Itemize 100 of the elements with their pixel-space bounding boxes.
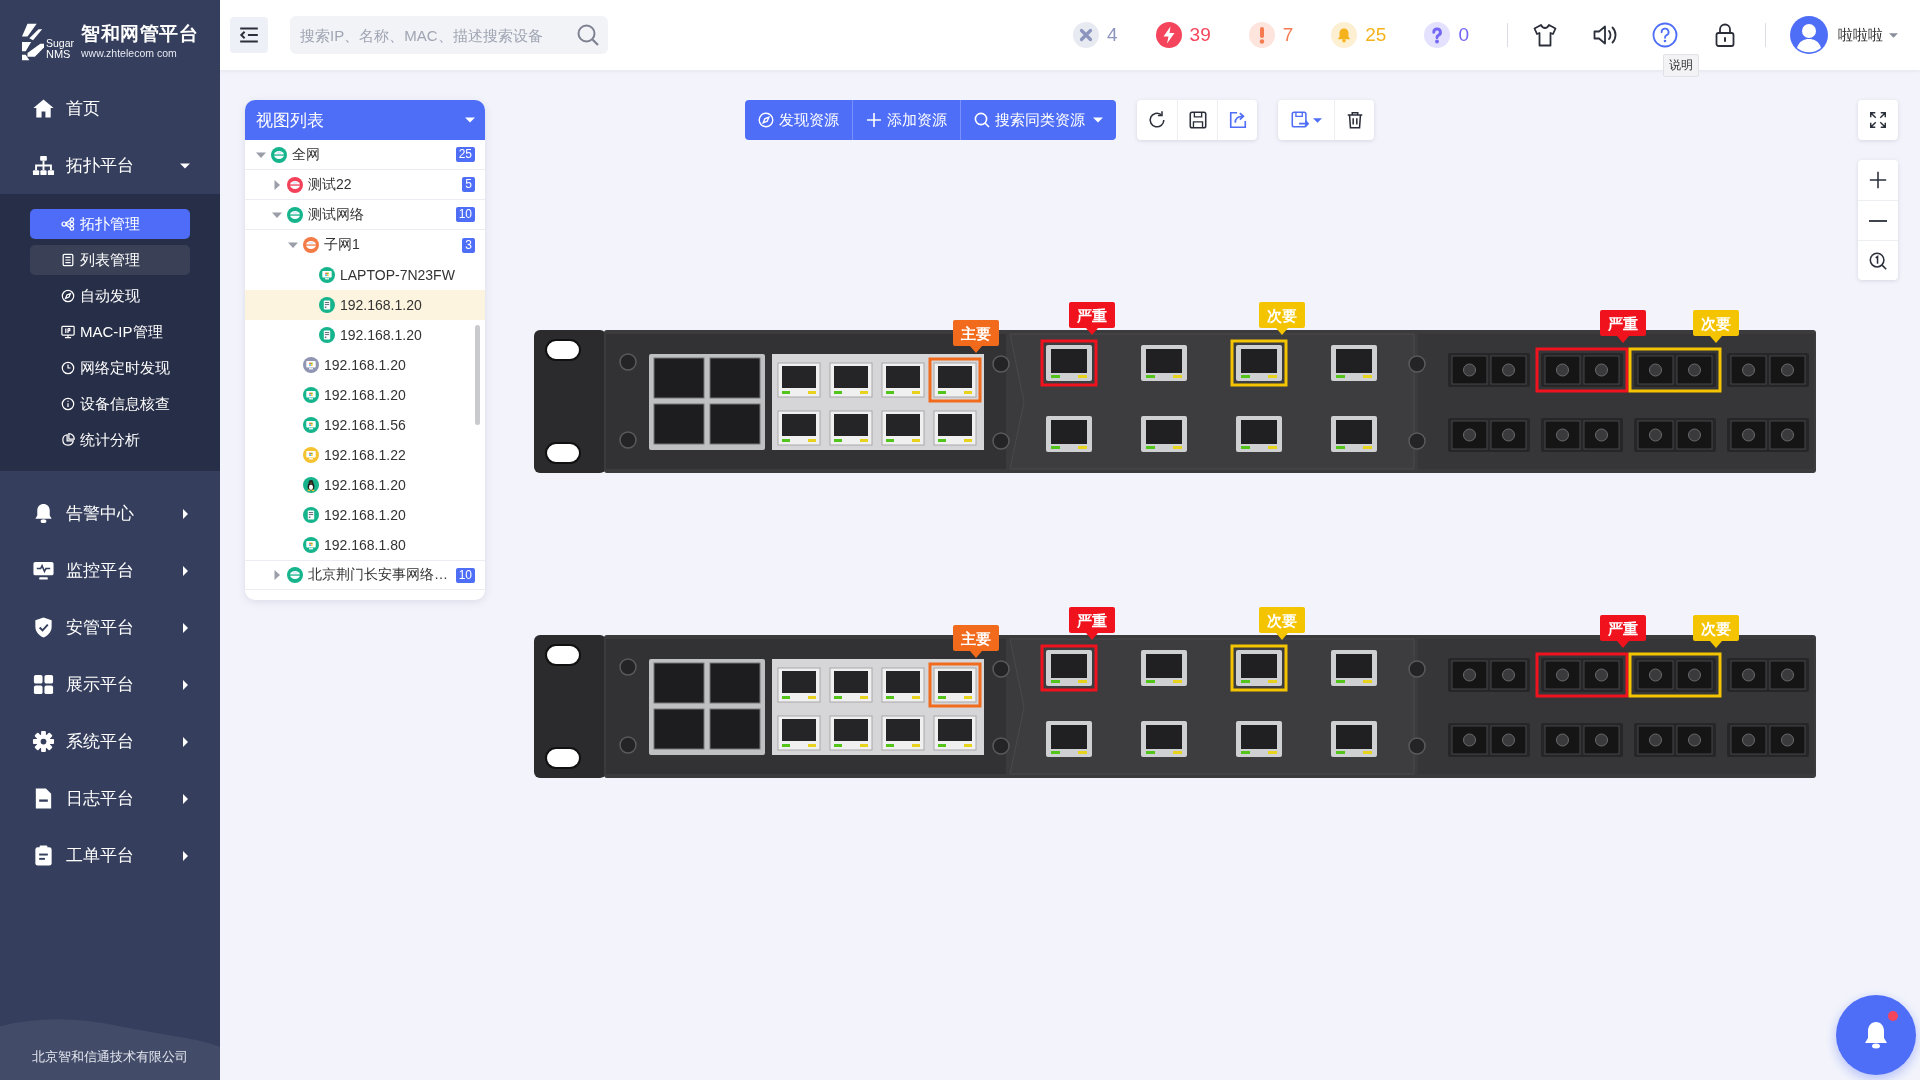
tree-node[interactable]: 192.168.1.20 xyxy=(245,350,485,380)
tree-node[interactable]: 192.168.1.80 xyxy=(245,530,485,560)
menu-item[interactable]: 监控平台 xyxy=(0,542,220,599)
add-resource-button[interactable]: 添加资源 xyxy=(852,100,960,140)
sfp-port xyxy=(709,708,761,750)
sitemap-icon xyxy=(32,154,55,177)
tree-node[interactable]: 北京荆门长安事网络… 10 xyxy=(245,560,485,590)
logo-mark-text: NMS xyxy=(46,49,71,61)
ethernet-port[interactable] xyxy=(1331,721,1377,757)
submenu-item[interactable]: 自动发现 xyxy=(30,281,190,311)
discover-resources-button[interactable]: 发现资源 xyxy=(745,100,852,140)
settings-icon xyxy=(32,730,55,753)
ethernet-port[interactable] xyxy=(933,715,977,751)
ethernet-port[interactable] xyxy=(881,410,925,446)
ethernet-port[interactable] xyxy=(777,362,821,398)
monitor-icon xyxy=(32,559,55,582)
ethernet-port[interactable] xyxy=(777,667,821,703)
notification-button[interactable] xyxy=(1836,995,1916,1075)
fiber-port[interactable] xyxy=(1628,652,1722,698)
submenu-item[interactable]: 统计分析 xyxy=(30,425,190,455)
ethernet-port[interactable] xyxy=(1141,416,1187,452)
ethernet-port[interactable] xyxy=(829,362,873,398)
pie-chart-icon xyxy=(61,433,75,447)
menu-item[interactable]: 展示平台 xyxy=(0,656,220,713)
fiber-port[interactable] xyxy=(1628,347,1722,393)
ethernet-port[interactable] xyxy=(1230,339,1288,387)
ip-monitor-icon xyxy=(61,325,75,339)
magnifier-icon xyxy=(1868,250,1888,271)
tree-node[interactable]: 192.168.1.20 xyxy=(245,320,485,350)
ethernet-port[interactable] xyxy=(1046,416,1092,452)
ethernet-port[interactable] xyxy=(1331,650,1377,686)
submenu-item[interactable]: 设备信息核查 xyxy=(30,389,190,419)
ethernet-port[interactable] xyxy=(1236,416,1282,452)
ethernet-port[interactable] xyxy=(829,410,873,446)
search-similar-button[interactable]: 搜索同类资源 xyxy=(960,100,1116,140)
caret-icon xyxy=(465,115,475,125)
lightning-icon xyxy=(1155,22,1182,48)
search-field[interactable]: 搜索IP、名称、MAC、描述搜索设备 xyxy=(290,16,608,54)
ethernet-port[interactable] xyxy=(881,667,925,703)
menu-toggle-button[interactable] xyxy=(230,17,268,53)
tree-node[interactable]: 测试网络 10 xyxy=(245,200,485,230)
user-menu[interactable]: 啦啦啦 xyxy=(1790,16,1898,54)
scrollbar[interactable] xyxy=(475,325,480,425)
logo-icon xyxy=(22,23,44,61)
tree-node[interactable]: 192.168.1.20 xyxy=(245,380,485,410)
ethernet-port[interactable] xyxy=(881,715,925,751)
node-count-badge: 10 xyxy=(455,207,475,222)
ethernet-port[interactable] xyxy=(777,715,821,751)
ethernet-port[interactable] xyxy=(829,715,873,751)
company-name: 北京智和信通技术有限公司 xyxy=(32,1048,188,1066)
submenu-item[interactable]: 列表管理 xyxy=(30,245,190,275)
share-icon xyxy=(1227,110,1248,130)
ethernet-port[interactable] xyxy=(1141,345,1187,381)
tree-node[interactable]: 测试22 5 xyxy=(245,170,485,200)
ethernet-port[interactable] xyxy=(829,667,873,703)
alarm-counter[interactable]: 39 xyxy=(1155,22,1211,48)
tree-node[interactable]: 全网 25 xyxy=(245,140,485,170)
ethernet-port[interactable] xyxy=(1040,644,1098,692)
tree-node[interactable]: 192.168.1.22 xyxy=(245,440,485,470)
menu-item[interactable]: 工单平台 xyxy=(0,827,220,884)
ethernet-port[interactable] xyxy=(928,662,982,708)
alarm-counter[interactable]: 0 xyxy=(1424,22,1469,48)
panel-header[interactable]: 视图列表 xyxy=(245,100,485,140)
shirt-icon[interactable] xyxy=(1531,21,1559,49)
save-as-icon xyxy=(1290,110,1310,130)
menu-item[interactable]: 日志平台 xyxy=(0,770,220,827)
search-icon xyxy=(974,112,990,128)
ethernet-port[interactable] xyxy=(1230,644,1288,692)
fullscreen-button[interactable] xyxy=(1858,100,1898,140)
menu-item[interactable]: 拓扑平台 xyxy=(0,137,220,194)
menu-item[interactable]: 首页 xyxy=(0,80,220,137)
tree-node[interactable]: 192.168.1.20 xyxy=(245,500,485,530)
ethernet-port[interactable] xyxy=(1040,339,1098,387)
tree-node[interactable]: LAPTOP-7N23FW xyxy=(245,260,485,290)
ethernet-port[interactable] xyxy=(928,357,982,403)
ethernet-port[interactable] xyxy=(1331,416,1377,452)
sfp-port xyxy=(653,357,705,399)
submenu-item[interactable]: 网络定时发现 xyxy=(30,353,190,383)
tree-node[interactable]: 子网1 3 xyxy=(245,230,485,260)
tree-node[interactable]: 192.168.1.56 xyxy=(245,410,485,440)
tree-node[interactable]: 192.168.1.20 xyxy=(245,290,485,320)
ethernet-port[interactable] xyxy=(933,410,977,446)
compass-icon xyxy=(61,289,75,303)
shield-check-icon xyxy=(32,616,55,639)
submenu-item[interactable]: 拓扑管理 xyxy=(30,209,190,239)
ethernet-port[interactable] xyxy=(1046,721,1092,757)
tree-node[interactable]: 192.168.1.20 xyxy=(245,470,485,500)
ethernet-port[interactable] xyxy=(1141,721,1187,757)
submenu-item[interactable]: MAC-IP管理 xyxy=(30,317,190,347)
menu-item[interactable]: 系统平台 xyxy=(0,713,220,770)
search-icon[interactable] xyxy=(576,23,600,47)
ethernet-port[interactable] xyxy=(881,362,925,398)
help-icon[interactable] xyxy=(1651,21,1679,49)
menu-item[interactable]: 安管平台 xyxy=(0,599,220,656)
node-count-badge: 10 xyxy=(455,567,475,583)
ethernet-port[interactable] xyxy=(777,410,821,446)
menu-item[interactable]: 告警中心 xyxy=(0,485,220,542)
ethernet-port[interactable] xyxy=(1141,650,1187,686)
ethernet-port[interactable] xyxy=(1331,345,1377,381)
ethernet-port[interactable] xyxy=(1236,721,1282,757)
